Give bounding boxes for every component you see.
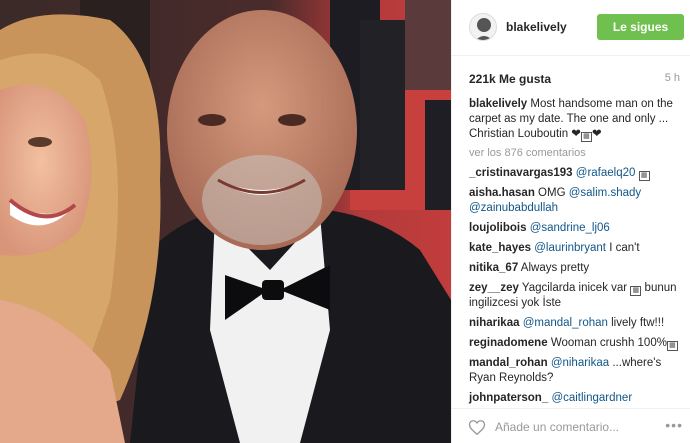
- follow-button[interactable]: Le sigues: [597, 14, 684, 40]
- post-username[interactable]: blakelively: [506, 20, 567, 34]
- likes-count[interactable]: 221k Me gusta: [469, 72, 551, 86]
- comment-user[interactable]: loujolibois: [469, 222, 527, 234]
- comment-user[interactable]: johnpaterson_: [469, 392, 548, 404]
- comment-user[interactable]: niharikaa: [469, 317, 520, 329]
- comment-user[interactable]: kate_hayes: [469, 242, 531, 254]
- emoji-icon: ▦: [638, 171, 650, 181]
- comment-text: Yagcilarda inicek var: [521, 282, 628, 294]
- heart-emoji: ❤: [591, 128, 602, 140]
- comment-mention[interactable]: @sandrine_lj06: [530, 222, 610, 234]
- list-item: loujolibois @sandrine_lj06: [469, 221, 685, 236]
- comment-text: Wooman crushh 100%: [550, 337, 667, 349]
- post-time: 5 h: [664, 72, 680, 84]
- comment-text: lively ftw!!!: [611, 317, 665, 329]
- more-options-icon[interactable]: •••: [665, 417, 683, 433]
- comment-text: I can't: [609, 242, 640, 254]
- comment-user[interactable]: reginadomene: [469, 337, 548, 349]
- comment-user[interactable]: aisha.hasan: [469, 187, 535, 199]
- comment-text: Always pretty: [520, 262, 590, 274]
- heart-icon[interactable]: [468, 419, 486, 436]
- comment-mention[interactable]: @caitlingardner: [551, 392, 632, 404]
- comments-list: blakelively Most handsome man on the car…: [469, 97, 685, 411]
- comment-user[interactable]: _cristinavargas193: [469, 167, 573, 179]
- post-header: blakelively Le sigues: [452, 0, 690, 56]
- comment-mention[interactable]: @laurinbryant: [534, 242, 606, 254]
- comment-user[interactable]: zey__zey: [469, 282, 519, 294]
- comment-user[interactable]: nitika_67: [469, 262, 518, 274]
- list-item: mandal_rohan @niharikaa ...where's Ryan …: [469, 356, 685, 386]
- list-item: johnpaterson_ @caitlingardner: [469, 391, 685, 406]
- avatar[interactable]: [469, 13, 497, 41]
- caption-user[interactable]: blakelively: [469, 98, 527, 110]
- comment-mention[interactable]: @mandal_rohan: [523, 317, 608, 329]
- avatar-image: [470, 14, 496, 40]
- comment-input[interactable]: [495, 418, 675, 436]
- list-item: reginadomene Wooman crushh 100% ▦: [469, 336, 685, 351]
- comment-bar: •••: [452, 408, 690, 443]
- list-item: nitika_67 Always pretty: [469, 261, 685, 276]
- comment-mention[interactable]: @niharikaa: [551, 357, 609, 369]
- caption: blakelively Most handsome man on the car…: [469, 97, 685, 142]
- post-sidebar: blakelively Le sigues 221k Me gusta 5 h …: [451, 0, 690, 443]
- emoji-icon: ▦: [666, 341, 678, 351]
- comment-user[interactable]: mandal_rohan: [469, 357, 548, 369]
- comment-text: OMG: [538, 187, 566, 199]
- list-item: kate_hayes @laurinbryant I can't: [469, 241, 685, 256]
- list-item: niharikaa @mandal_rohan lively ftw!!!: [469, 316, 685, 331]
- emoji-icon: ▦: [630, 286, 642, 296]
- list-item: aisha.hasan OMG @salim.shady @zainubabdu…: [469, 186, 685, 216]
- emoji-icon: ▦: [580, 132, 592, 142]
- post-photo[interactable]: [0, 0, 451, 443]
- list-item: _cristinavargas193 @rafaelq20 ▦: [469, 166, 685, 181]
- photo-illustration: [0, 0, 451, 443]
- view-all-comments[interactable]: ver los 876 comentarios: [469, 146, 685, 161]
- list-item: zey__zey Yagcilarda inicek var ▦ bunun i…: [469, 281, 685, 311]
- comment-mention[interactable]: @rafaelq20: [576, 167, 636, 179]
